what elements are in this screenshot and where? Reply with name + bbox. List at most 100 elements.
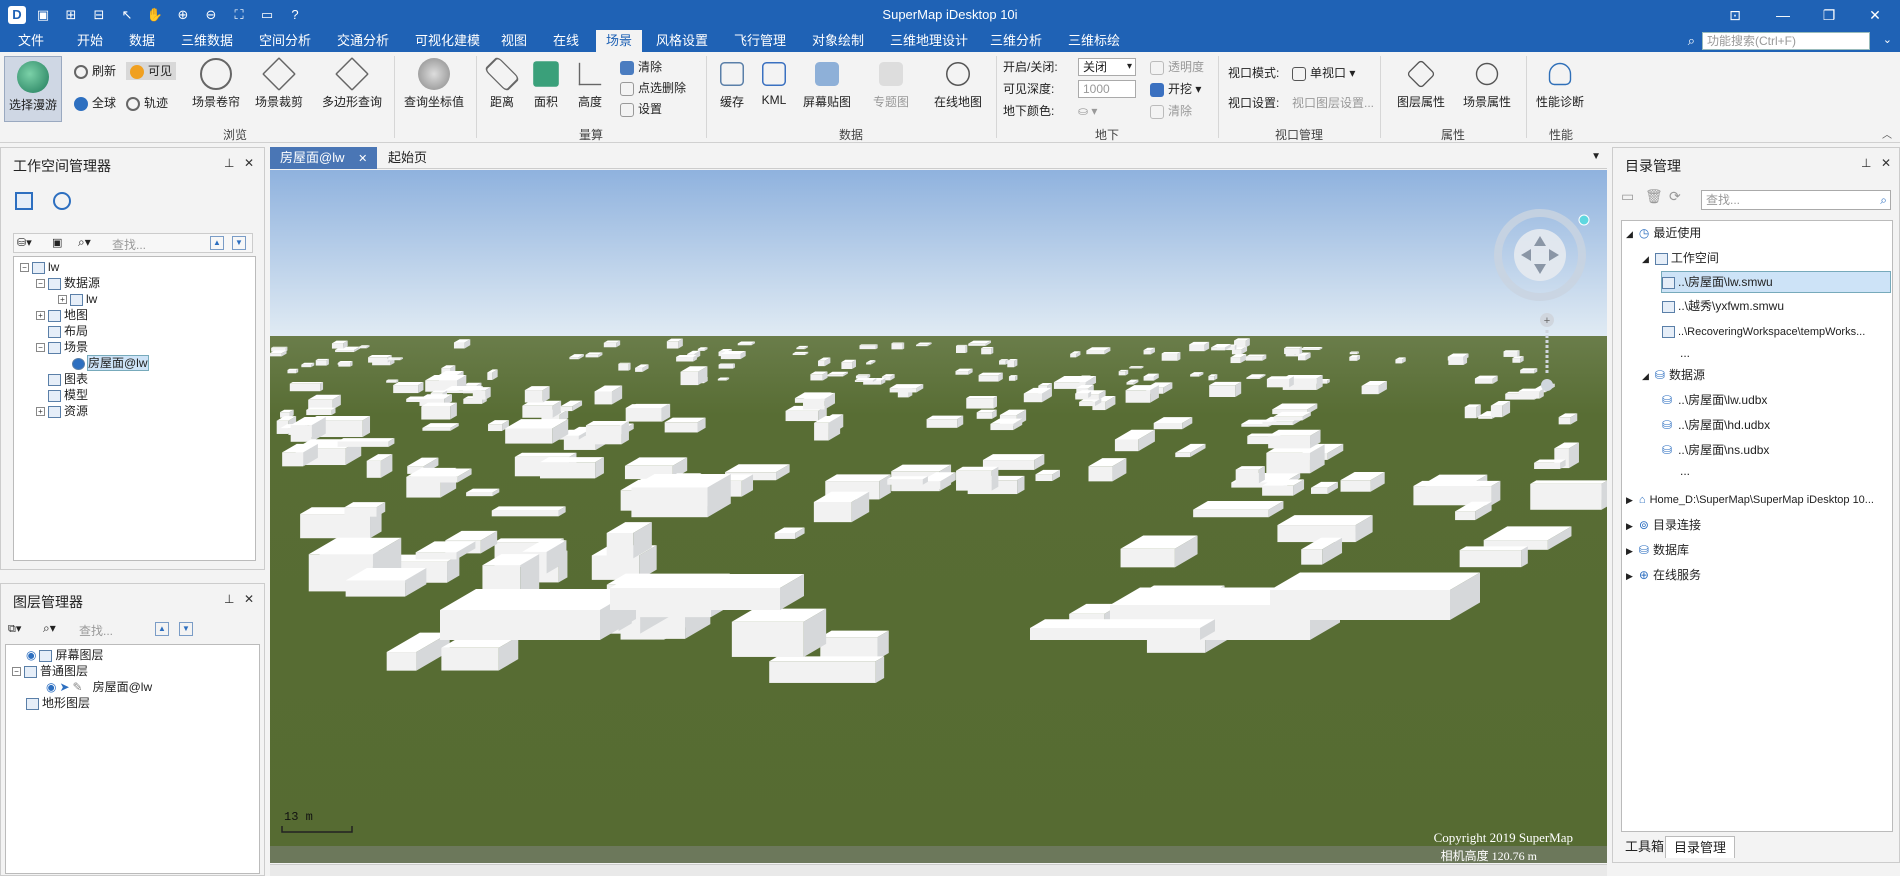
building-facade[interactable] [1120,548,1175,568]
building-facade[interactable] [1245,356,1263,361]
chevron-up-icon[interactable]: ▲ [210,236,224,250]
building-facade[interactable] [1209,385,1236,398]
building-roof[interactable] [585,421,629,426]
building-facade[interactable] [916,344,928,347]
expand-icon[interactable]: + [36,407,45,417]
building-facade[interactable] [926,419,958,428]
building-roof[interactable] [386,379,399,381]
building-facade[interactable] [1447,356,1464,361]
height-button[interactable]: 高度 [570,58,610,110]
expand-arrow-icon[interactable]: ▶ [1626,546,1633,556]
building-roof[interactable] [306,407,336,410]
building-facade[interactable] [889,388,917,393]
building-facade[interactable] [955,371,969,375]
building-facade[interactable] [1211,347,1225,351]
search-icon[interactable]: ⌕▾ [43,621,56,636]
building-facade[interactable] [820,637,878,660]
building-facade[interactable] [796,347,805,350]
building-facade[interactable] [522,405,553,418]
building-facade[interactable] [1126,382,1134,385]
building-facade[interactable] [1512,358,1521,363]
building-roof[interactable] [854,378,877,381]
building-facade[interactable] [1023,393,1042,403]
catalog-search-input[interactable]: 查找... ⌕ [1701,190,1891,210]
building-facade[interactable] [335,350,355,353]
building-facade[interactable] [1558,417,1571,425]
building-facade[interactable] [717,378,727,381]
building-facade[interactable] [415,552,457,560]
tree-node-charts[interactable]: +图表 [36,371,88,387]
building-facade[interactable] [891,343,903,350]
building-side[interactable] [991,466,999,491]
delete-icon[interactable]: 🗑 [1645,188,1663,205]
building-side[interactable] [993,396,998,409]
building-facade[interactable] [610,588,780,610]
tree-node-maps[interactable]: + 地图 [36,307,88,323]
building-facade[interactable] [1503,351,1518,357]
building-facade[interactable] [1008,376,1016,381]
building-facade[interactable] [978,375,999,382]
building-facade[interactable] [1301,549,1323,565]
tree-node-workspace[interactable]: − lw [20,259,59,275]
building-facade[interactable] [1070,353,1077,358]
building-facade[interactable] [1086,350,1105,355]
building-facade[interactable] [855,375,868,379]
building-facade[interactable] [1153,423,1183,430]
visible-button[interactable]: 可见 [126,62,177,80]
building-facade[interactable] [774,532,796,539]
menu-online[interactable]: 在线 [543,30,589,52]
building-roof[interactable] [1270,572,1480,591]
menu-style-settings[interactable]: 风格设置 [646,30,718,52]
pin-icon[interactable]: ⊥ [224,156,234,170]
chevron-down-icon[interactable]: ⌄ [1883,33,1892,46]
save-workspace-icon[interactable]: ▣ [52,236,62,249]
building-facade[interactable] [488,424,503,432]
catalog-datasource-item[interactable]: ⛁ ..\房屋面\lw.udbx [1662,392,1767,408]
catalog-workspace-group[interactable]: ◢ 工作空间 [1642,250,1719,266]
building-facade[interactable] [453,342,465,349]
pin-icon[interactable]: ⊥ [224,592,234,606]
building-roof[interactable] [625,404,668,408]
building-roof[interactable] [1534,459,1566,463]
refresh-icon[interactable]: ⟳ [1669,188,1681,205]
building-facade[interactable] [1520,370,1535,374]
catalog-home[interactable]: ▶ ⌂ Home_D:\SuperMap\SuperMap iDesktop 10.… [1626,492,1874,508]
building-facade[interactable] [968,343,986,346]
building-facade[interactable] [1193,509,1269,518]
collapse-icon[interactable]: − [20,263,29,273]
building-facade[interactable] [287,370,297,374]
building-facade[interactable] [463,398,483,404]
scene-canvas[interactable]: + [270,170,1607,863]
collapse-icon[interactable]: − [36,279,45,289]
add-layer-icon[interactable]: ⧉▾ [8,622,21,636]
building-roof[interactable] [1520,368,1538,371]
building-facade[interactable] [854,380,873,382]
building-roof[interactable] [387,357,403,359]
building-facade[interactable] [358,346,367,349]
tab-catalog[interactable]: 目录管理 [1665,836,1736,858]
close-icon[interactable]: ✕ [1881,156,1891,170]
minimize-button[interactable]: — [1768,5,1798,25]
measure-settings-button[interactable]: 设置 [620,100,662,118]
building-facade[interactable] [818,360,825,367]
building-facade[interactable] [1125,390,1151,403]
menu-3d-data[interactable]: 三维数据 [171,30,243,52]
building-facade[interactable] [289,383,321,392]
building-facade[interactable] [421,406,451,420]
scene-clip-button[interactable]: 场景裁剪 [250,57,308,110]
building-facade[interactable] [841,362,853,370]
building-roof[interactable] [271,346,288,348]
building-facade[interactable] [1349,356,1357,361]
open-workspace-icon[interactable]: ⛁▾ [17,236,32,249]
performance-diagnose-button[interactable]: 性能诊断 [1530,58,1590,110]
layer-node-terrain[interactable]: 地形图层 [26,695,90,711]
building-facade[interactable] [737,343,752,346]
building-facade[interactable] [1459,550,1522,568]
building-facade[interactable] [785,410,819,422]
refresh-button[interactable]: 刷新 [74,62,116,80]
building-facade[interactable] [1490,405,1503,418]
building-facade[interactable] [999,360,1006,365]
building-facade[interactable] [1262,421,1293,426]
building-roof[interactable] [1284,346,1302,349]
building-roof[interactable] [289,381,324,384]
